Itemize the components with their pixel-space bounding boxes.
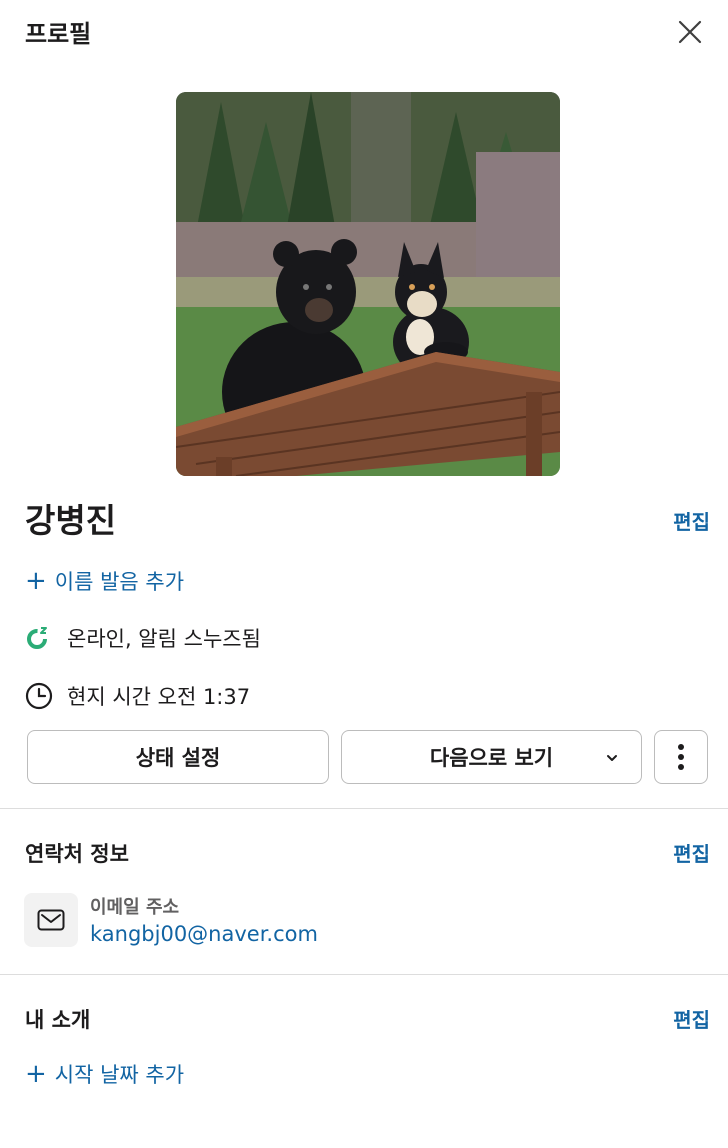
add-start-date-link[interactable]: + 시작 날짜 추가 xyxy=(25,1059,184,1089)
snooze-status-icon xyxy=(27,627,47,649)
edit-about-link[interactable]: 편집 xyxy=(673,1004,710,1033)
profile-photo[interactable] xyxy=(176,92,560,476)
view-as-button[interactable]: 다음으로 보기 xyxy=(341,730,642,784)
edit-profile-link[interactable]: 편집 xyxy=(673,506,710,535)
edit-contact-link[interactable]: 편집 xyxy=(673,838,710,867)
view-as-label: 다음으로 보기 xyxy=(429,746,554,770)
more-actions-button[interactable] xyxy=(654,730,708,784)
add-start-date-label: 시작 날짜 추가 xyxy=(54,1063,185,1087)
email-link[interactable]: kangbj00@naver.com xyxy=(90,922,318,946)
close-icon xyxy=(678,20,702,44)
clock-icon xyxy=(25,682,53,710)
more-vertical-icon xyxy=(678,744,684,770)
local-time-text: 현지 시간 오전 1:37 xyxy=(67,685,251,709)
status-row: 온라인, 알림 스누즈됨 xyxy=(25,623,261,653)
divider xyxy=(0,974,728,975)
profile-photo-image xyxy=(176,92,560,476)
divider xyxy=(0,808,728,809)
page-title: 프로필 xyxy=(25,20,92,48)
plus-icon: + xyxy=(25,1059,47,1089)
close-button[interactable] xyxy=(672,14,708,50)
add-pronunciation-link[interactable]: + 이름 발음 추가 xyxy=(25,566,184,596)
email-label: 이메일 주소 xyxy=(90,897,180,918)
local-time-row: 현지 시간 오전 1:37 xyxy=(25,681,250,711)
set-status-button[interactable]: 상태 설정 xyxy=(27,730,329,784)
plus-icon: + xyxy=(25,566,47,596)
profile-name: 강병진 xyxy=(25,501,117,540)
set-status-label: 상태 설정 xyxy=(135,746,221,770)
about-section-title: 내 소개 xyxy=(25,1008,91,1032)
contact-section-title: 연락처 정보 xyxy=(25,842,129,866)
profile-header: 프로필 xyxy=(0,0,728,64)
add-pronunciation-label: 이름 발음 추가 xyxy=(54,570,185,594)
mail-icon-box xyxy=(24,893,78,947)
status-text: 온라인, 알림 스누즈됨 xyxy=(67,627,261,651)
chevron-down-icon xyxy=(607,755,617,761)
mail-icon xyxy=(37,909,65,931)
